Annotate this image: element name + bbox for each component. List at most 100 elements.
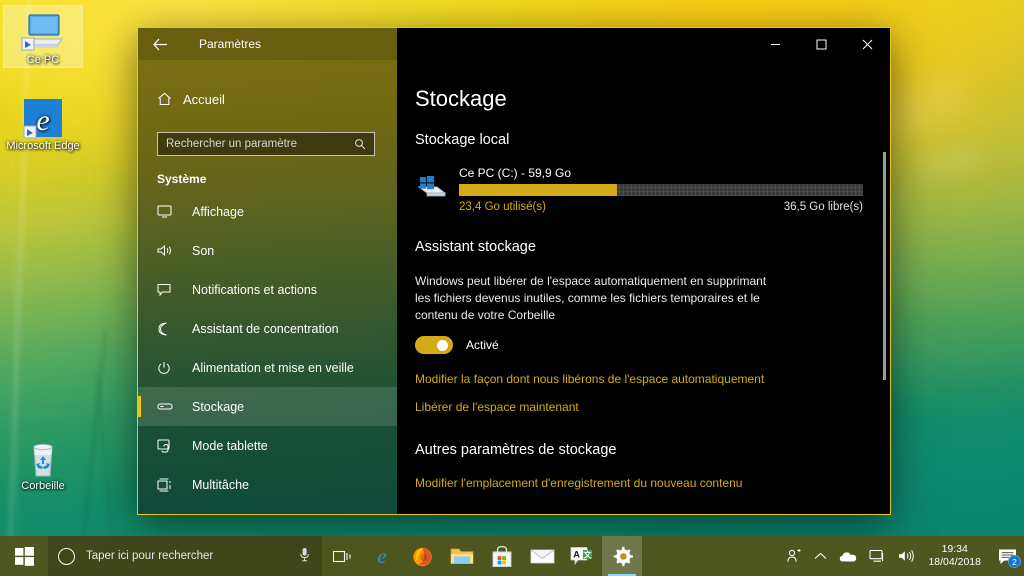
maximize-icon <box>816 39 826 49</box>
wallpaper-streak <box>920 143 985 182</box>
sidebar-item-multitasking[interactable]: Multitâche <box>138 465 397 504</box>
search-icon <box>354 138 374 150</box>
sidebar-item-label: Multitâche <box>192 477 249 492</box>
close-icon <box>862 39 872 49</box>
taskbar-settings[interactable] <box>602 536 642 576</box>
window-title: Paramètres <box>199 37 262 51</box>
window-body: Accueil Système <box>138 60 890 514</box>
wallpaper-streak <box>96 369 113 540</box>
settings-window[interactable]: Paramètres Accueil Rechercher un paramèt… <box>137 27 891 515</box>
local-storage-heading: Stockage local <box>415 132 510 148</box>
chevron-up-icon[interactable] <box>808 536 833 576</box>
file-explorer-icon <box>450 548 474 564</box>
storage-usage-fill <box>459 184 617 196</box>
sidebar-item-label: Stockage <box>192 399 245 414</box>
search-input[interactable] <box>158 138 354 150</box>
minimize-icon <box>770 43 780 45</box>
desktop-icon-recycle-bin[interactable]: Corbeille <box>4 432 82 493</box>
storage-bar-labels: 23,4 Go utilisé(s) 36,5 Go libre(s) <box>459 201 863 213</box>
storage-sense-toggle[interactable] <box>415 336 453 354</box>
search-box[interactable] <box>157 132 375 156</box>
taskbar-mozilla-firefox[interactable] <box>402 536 442 576</box>
drive-name: Ce PC (C:) - 59,9 Go <box>459 166 572 180</box>
taskbar-microsoft-store[interactable] <box>482 536 522 576</box>
people-icon[interactable] <box>780 536 808 576</box>
link-configure-storage-sense[interactable]: Modifier la façon dont nous libérons de … <box>415 372 890 386</box>
sidebar-item-home[interactable]: Accueil <box>138 82 397 116</box>
titlebar-left: Paramètres <box>138 28 397 60</box>
action-center-badge: 2 <box>1008 555 1021 568</box>
sidebar-item-son[interactable]: Son <box>138 231 397 270</box>
settings-sidebar[interactable]: Accueil Système <box>138 60 397 514</box>
storage-sense-toggle-row[interactable]: Activé <box>415 336 890 354</box>
clock-date: 18/04/2018 <box>928 556 981 568</box>
sidebar-item-power[interactable]: Alimentation et mise en veille <box>138 348 397 387</box>
svg-text:A: A <box>573 550 580 561</box>
moon-icon <box>157 322 192 336</box>
recycle-bin-icon <box>4 432 82 480</box>
svg-text:文: 文 <box>584 550 593 560</box>
taskbar-mail[interactable] <box>522 536 562 576</box>
clock-time: 19:34 <box>941 543 968 555</box>
sidebar-item-affichage[interactable]: Affichage <box>138 192 397 231</box>
sidebar-item-projection[interactable]: Projection sur ce PC <box>138 504 397 514</box>
speaker-icon[interactable] <box>892 536 921 576</box>
settings-content: Stockage Stockage local Ce PC (C:) - 59,… <box>397 60 890 514</box>
cortana-circle-icon <box>58 547 75 565</box>
action-center-button[interactable]: 2 <box>990 536 1024 576</box>
windows-start-icon <box>14 546 34 566</box>
window-titlebar[interactable]: Paramètres <box>138 28 890 60</box>
sidebar-item-label: Assistant de concentration <box>192 321 339 336</box>
start-button[interactable] <box>0 536 48 576</box>
taskbar-file-explorer[interactable] <box>442 536 482 576</box>
tablet-icon <box>157 439 192 453</box>
taskbar-task-view[interactable] <box>322 536 362 576</box>
storage-sense-toggle-label: Activé <box>466 338 499 352</box>
taskbar-microsoft-edge[interactable]: e <box>362 536 402 576</box>
home-icon <box>157 92 183 106</box>
sidebar-group-title: Système <box>157 172 207 186</box>
drive-info: Ce PC (C:) - 59,9 Go 23,4 Go utilisé(s) … <box>459 166 863 213</box>
mail-icon <box>530 549 554 564</box>
link-change-save-location[interactable]: Modifier l'emplacement d'enregistrement … <box>415 476 890 490</box>
content-scrollbar[interactable] <box>883 152 886 380</box>
multitask-icon <box>157 478 192 492</box>
minimize-button[interactable] <box>752 28 798 60</box>
storage-sense-description: Windows peut libérer de l'espace automat… <box>415 274 767 322</box>
taskbar[interactable]: Taper ici pour rechercher e A 文 19:34 18… <box>0 536 1024 576</box>
taskbar-search[interactable]: Taper ici pour rechercher <box>48 536 322 576</box>
sidebar-item-label: Alimentation et mise en veille <box>192 360 354 375</box>
network-icon[interactable] <box>863 536 892 576</box>
other-settings-heading: Autres paramètres de stockage <box>415 442 617 458</box>
desktop-icon-microsoft-edge[interactable]: e Microsoft Edge <box>4 92 82 153</box>
back-button[interactable] <box>138 28 182 60</box>
store-icon <box>492 545 512 567</box>
task-view-icon <box>332 550 351 562</box>
hard-drive-icon <box>415 166 459 205</box>
close-button[interactable] <box>844 28 890 60</box>
sidebar-item-focus-assist[interactable]: Assistant de concentration <box>138 309 397 348</box>
desktop-icon-label: Corbeille <box>21 480 65 492</box>
page-title: Stockage <box>415 86 507 111</box>
taskbar-translator[interactable]: A 文 <box>562 536 602 576</box>
taskbar-clock[interactable]: 19:34 18/04/2018 <box>921 536 990 576</box>
drive-row[interactable]: Ce PC (C:) - 59,9 Go 23,4 Go utilisé(s) … <box>415 166 890 213</box>
sidebar-item-label: Notifications et actions <box>192 282 318 297</box>
sidebar-item-tablet-mode[interactable]: Mode tablette <box>138 426 397 465</box>
back-arrow-icon <box>152 38 167 50</box>
sidebar-item-notifications[interactable]: Notifications et actions <box>138 270 397 309</box>
cloud-icon[interactable] <box>833 536 863 576</box>
maximize-button[interactable] <box>798 28 844 60</box>
storage-used-label: 23,4 Go utilisé(s) <box>459 201 546 213</box>
notifications-icon <box>157 283 192 296</box>
link-free-space-now[interactable]: Libérer de l'espace maintenant <box>415 400 890 414</box>
sidebar-item-label: Affichage <box>192 204 244 219</box>
desktop-icon-label: Ce PC <box>26 54 60 66</box>
toggle-knob <box>437 340 448 351</box>
sidebar-scroll: Accueil Système <box>138 60 397 514</box>
sidebar-item-stockage[interactable]: Stockage <box>138 387 397 426</box>
microphone-icon[interactable] <box>299 547 322 565</box>
display-icon <box>157 205 192 218</box>
storage-sense-heading: Assistant stockage <box>415 239 536 255</box>
desktop-icon-this-pc[interactable]: Ce PC <box>3 5 83 68</box>
